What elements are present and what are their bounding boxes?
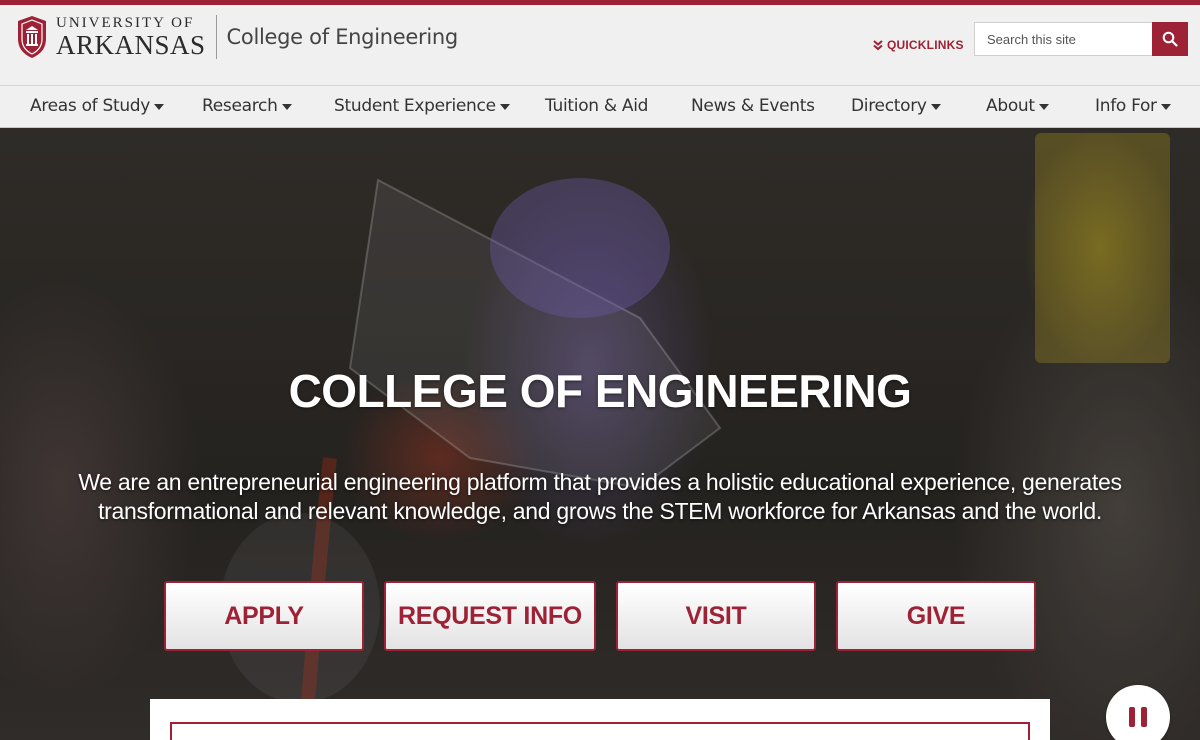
pause-icon [1126,707,1150,727]
nav-item-label: Student Experience [334,96,496,116]
quicklinks-label: QUICKLINKS [887,38,964,52]
nav-item-directory[interactable]: Directory [851,96,941,116]
caret-down-icon [154,103,165,110]
search-button[interactable] [1152,22,1188,56]
visit-button[interactable]: VISIT [616,581,816,651]
caret-down-icon [281,103,292,110]
nav-item-label: Areas of Study [30,96,151,116]
pause-video-button[interactable] [1106,685,1170,740]
nav-item-tuition-aid[interactable]: Tuition & Aid [545,96,648,116]
search-input[interactable] [974,22,1152,56]
logo-divider [215,15,217,59]
nav-item-label: Info For [1095,96,1157,116]
content-card [150,699,1050,740]
caret-down-icon [499,103,510,110]
nav-item-research[interactable]: Research [202,96,292,116]
caret-down-icon [1038,103,1049,110]
quicklinks-toggle[interactable]: QUICKLINKS [872,38,964,52]
nav-item-areas-of-study[interactable]: Areas of Study [30,96,165,116]
site-search [974,22,1188,56]
nav-item-label: Research [202,96,278,116]
nav-item-label: Directory [851,96,927,116]
nav-item-about[interactable]: About [986,96,1049,116]
caret-down-icon [930,103,941,110]
wordmark-line1: UNIVERSITY OF [56,14,195,31]
college-name[interactable]: College of Engineering [227,25,459,49]
give-button[interactable]: GIVE [836,581,1036,651]
main-navigation: Areas of Study Research Student Experien… [0,85,1200,128]
nav-item-news-events[interactable]: News & Events [691,96,815,116]
double-chevron-down-icon [873,40,883,51]
site-header: UNIVERSITY OF ARKANSAS College of Engine… [0,5,1200,85]
university-logo[interactable]: UNIVERSITY OF ARKANSAS College of Engine… [16,15,458,59]
nav-item-student-experience[interactable]: Student Experience [334,96,510,116]
hero-title: COLLEGE OF ENGINEERING [288,365,912,417]
wordmark-line2: ARKANSAS [56,29,206,60]
hero-description: We are an entrepreneurial engineering pl… [78,469,1122,524]
nav-item-label: News & Events [691,96,815,116]
apply-button[interactable]: APPLY [164,581,364,651]
request-info-button[interactable]: REQUEST INFO [384,581,596,651]
hero-video-banner: COLLEGE OF ENGINEERING We are an entrepr… [0,128,1200,740]
content-card-frame [170,722,1030,740]
nav-item-label: Tuition & Aid [545,96,649,116]
caret-down-icon [1160,103,1171,110]
search-icon [1162,31,1178,47]
university-seal-icon [18,16,46,58]
nav-item-label: About [986,96,1035,116]
nav-item-info-for[interactable]: Info For [1095,96,1171,116]
university-wordmark: UNIVERSITY OF ARKANSAS [56,14,206,60]
